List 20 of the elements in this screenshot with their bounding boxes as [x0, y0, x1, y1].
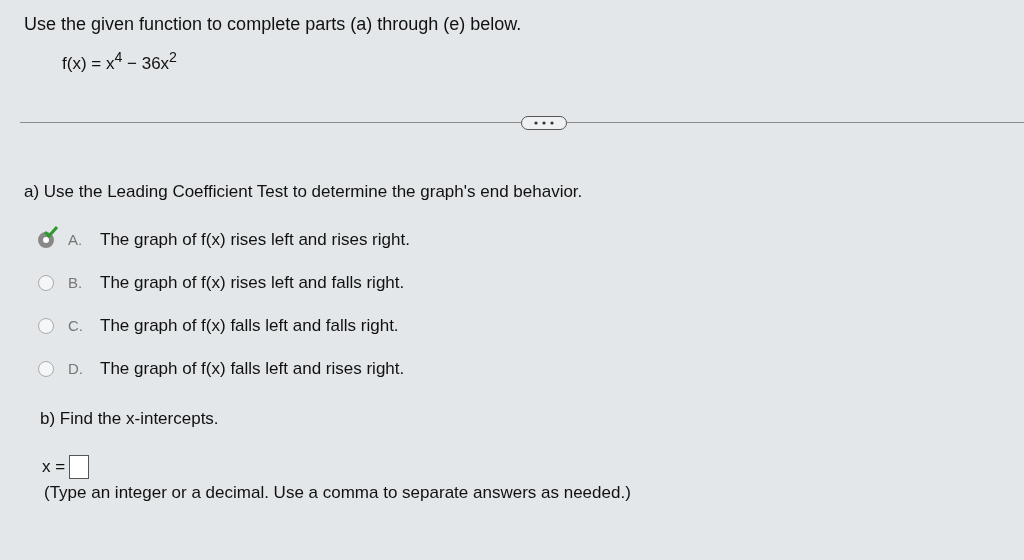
question-text: a) Use the Leading Coefficient Test to determine the graph's end behavior.: [24, 181, 584, 202]
radio-button[interactable]: [38, 274, 54, 291]
choice-letter: B.: [68, 274, 84, 292]
choice-text[interactable]: The graph of f(x) rises left and rises right.: [100, 229, 410, 250]
choice-text[interactable]: The graph of f(x) falls left and falls right.: [100, 315, 399, 336]
answer-box[interactable]: [69, 454, 90, 479]
radio-button[interactable]: [38, 317, 54, 334]
ellipsis-icon: [533, 120, 555, 125]
hint-text: (Type an integer or a decimal. Use a comma to separate answers as needed.): [44, 482, 632, 503]
answer-label: x =: [42, 456, 66, 477]
question-text: b) Find the x-intercepts.: [40, 408, 220, 429]
choice-letter: D.: [68, 360, 84, 378]
choice-letter: C.: [68, 317, 84, 335]
instructions-text: Use the given function to complete parts (a) through (e) below.: [24, 14, 523, 35]
choice-text[interactable]: The graph of f(x) falls left and rises right.: [100, 358, 405, 379]
function-formula: f(x) = x$^{4}$ − 36x$^{2}$: [62, 49, 178, 74]
radio-button[interactable]: [38, 360, 54, 377]
more-button[interactable]: [521, 115, 567, 130]
choice-letter: A.: [68, 231, 84, 249]
choice-text[interactable]: The graph of f(x) rises left and falls right.: [100, 272, 405, 293]
